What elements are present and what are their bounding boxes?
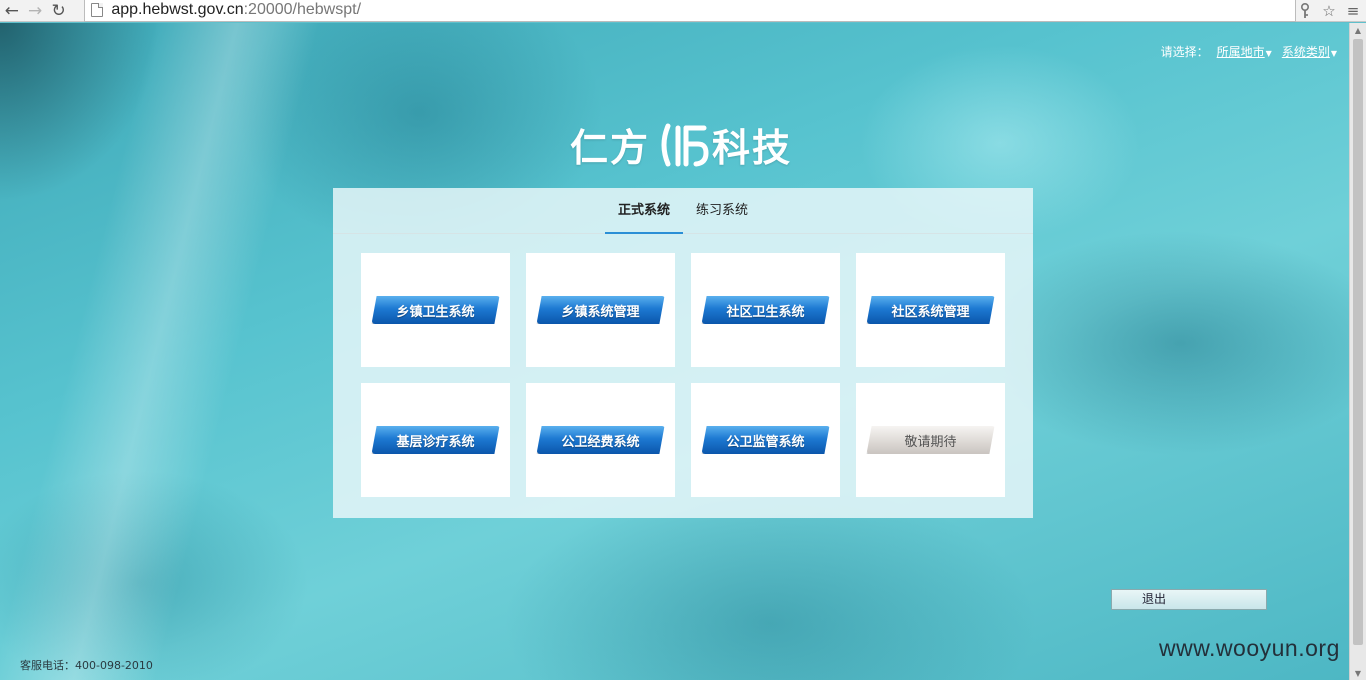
system-card: 敬请期待 [856,383,1005,497]
system-card: 社区系统管理 [856,253,1005,367]
tab-production-system[interactable]: 正式系统 [605,188,684,234]
watermark: www.wooyun.org [1159,635,1340,661]
forward-icon[interactable]: → [23,1,46,21]
system-card: 公卫监管系统 [691,383,840,497]
city-dropdown[interactable]: 所属地市▼ [1217,43,1272,60]
system-card: 乡镇卫生系统 [361,253,510,367]
community-system-admin-button[interactable]: 社区系统管理 [866,296,995,324]
page-icon [91,3,104,17]
selector-label: 请选择： [1160,45,1209,59]
back-icon[interactable]: ← [0,1,23,21]
scrollbar-thumb[interactable] [1353,39,1363,645]
system-card: 社区卫生系统 [691,253,840,367]
logo-text-left: 仁方 [570,126,651,170]
coming-soon-button: 敬请期待 [866,426,995,454]
bookmark-star-icon[interactable]: ☆ [1320,1,1338,21]
scroll-up-icon[interactable]: ▲ [1350,23,1366,37]
primary-care-system-button[interactable]: 基层诊疗系统 [371,426,500,454]
township-system-admin-button[interactable]: 乡镇系统管理 [536,296,665,324]
region-selector: 请选择： 所属地市▼ 系统类别▼ [1161,43,1347,60]
logo-text-right: 科技 [712,126,793,170]
menu-icon[interactable]: ≡ [1344,1,1362,21]
chevron-down-icon: ▼ [1330,49,1337,58]
tab-bar: 正式系统 练习系统 [333,188,1033,234]
scroll-down-icon[interactable]: ▼ [1350,666,1366,680]
public-health-funding-system-button[interactable]: 公卫经费系统 [536,426,665,454]
system-panel: 正式系统 练习系统 乡镇卫生系统 乡镇系统管理 社区卫生系统 社区系统管理 基层… [333,188,1033,518]
chevron-down-icon: ▼ [1265,49,1272,58]
browser-toolbar: ← → ↻ app.hebwst.gov.cn:20000/hebwspt/ ☆… [0,0,1366,22]
system-card: 公卫经费系统 [526,383,675,497]
customer-service-hotline: 客服电话：400-098-2010 [20,659,153,672]
url-text: app.hebwst.gov.cn:20000/hebwspt/ [111,1,362,18]
company-logo: 仁方 科技 [570,117,792,172]
address-bar[interactable]: app.hebwst.gov.cn:20000/hebwspt/ [84,0,1297,22]
key-icon[interactable] [1296,1,1314,21]
system-card: 乡镇系统管理 [526,253,675,367]
logout-button[interactable]: 退出 [1111,589,1267,610]
township-health-system-button[interactable]: 乡镇卫生系统 [371,296,500,324]
system-category-dropdown[interactable]: 系统类别▼ [1282,43,1337,60]
public-health-supervision-system-button[interactable]: 公卫监管系统 [701,426,830,454]
community-health-system-button[interactable]: 社区卫生系统 [701,296,830,324]
system-card: 基层诊疗系统 [361,383,510,497]
system-grid: 乡镇卫生系统 乡镇系统管理 社区卫生系统 社区系统管理 基层诊疗系统 公卫经费系… [361,253,1005,497]
reload-icon[interactable]: ↻ [47,1,70,21]
page-background: 请选择： 所属地市▼ 系统类别▼ 仁方 科技 正式系统 练习系统 乡镇卫生系统 … [0,23,1349,680]
tab-practice-system[interactable]: 练习系统 [683,188,761,234]
logo-mark-icon [661,123,709,166]
vertical-scrollbar[interactable]: ▲ ▼ [1349,23,1366,680]
